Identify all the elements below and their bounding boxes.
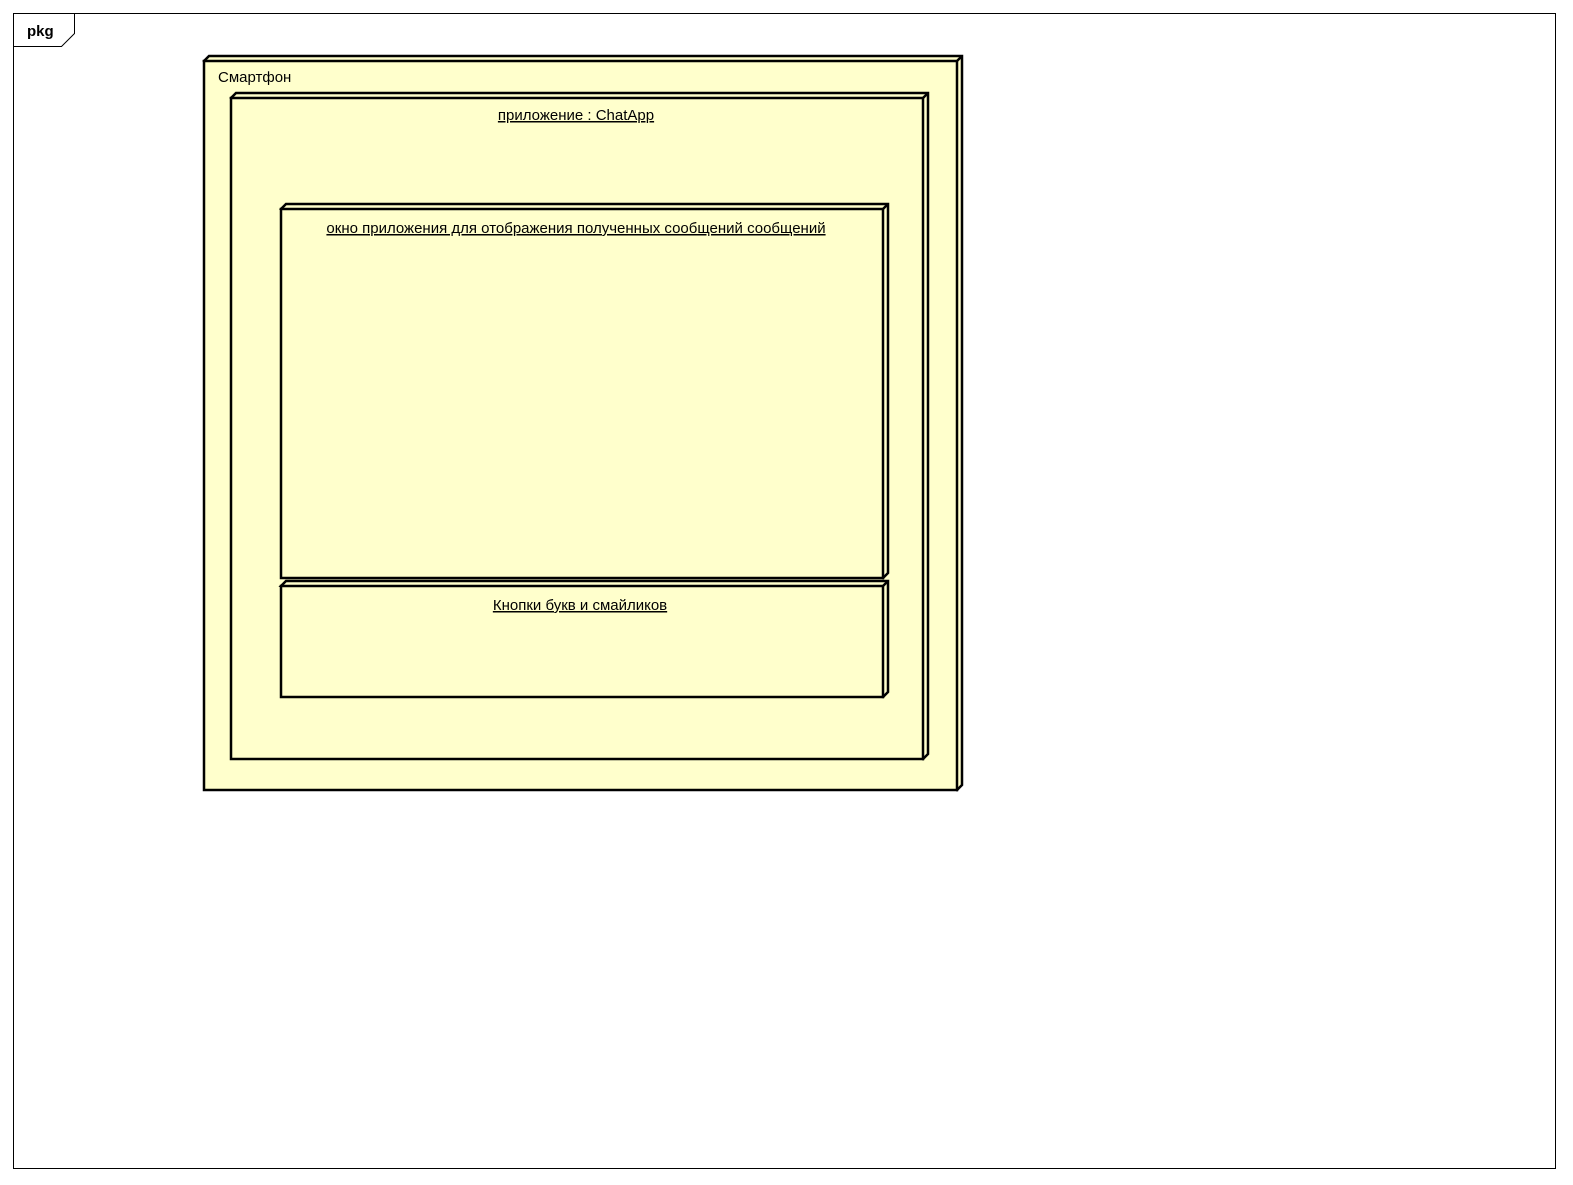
frame-tab-label: pkg	[27, 23, 54, 40]
node-buttons-panel-label: Кнопки букв и смайликов	[493, 597, 667, 614]
deployment-diagram: pkg Смартфон приложение : ChatApp окно п…	[13, 13, 1556, 1169]
node-smartphone-label: Смартфон	[218, 69, 291, 86]
node-message-window-label: окно приложения для отображения полученн…	[326, 220, 825, 237]
node-app-instance-label: приложение : ChatApp	[498, 107, 654, 124]
node-buttons-panel[interactable]: Кнопки букв и смайликов	[278, 579, 890, 699]
node-message-window[interactable]: окно приложения для отображения полученн…	[278, 202, 890, 580]
node-message-window-face	[279, 207, 885, 580]
